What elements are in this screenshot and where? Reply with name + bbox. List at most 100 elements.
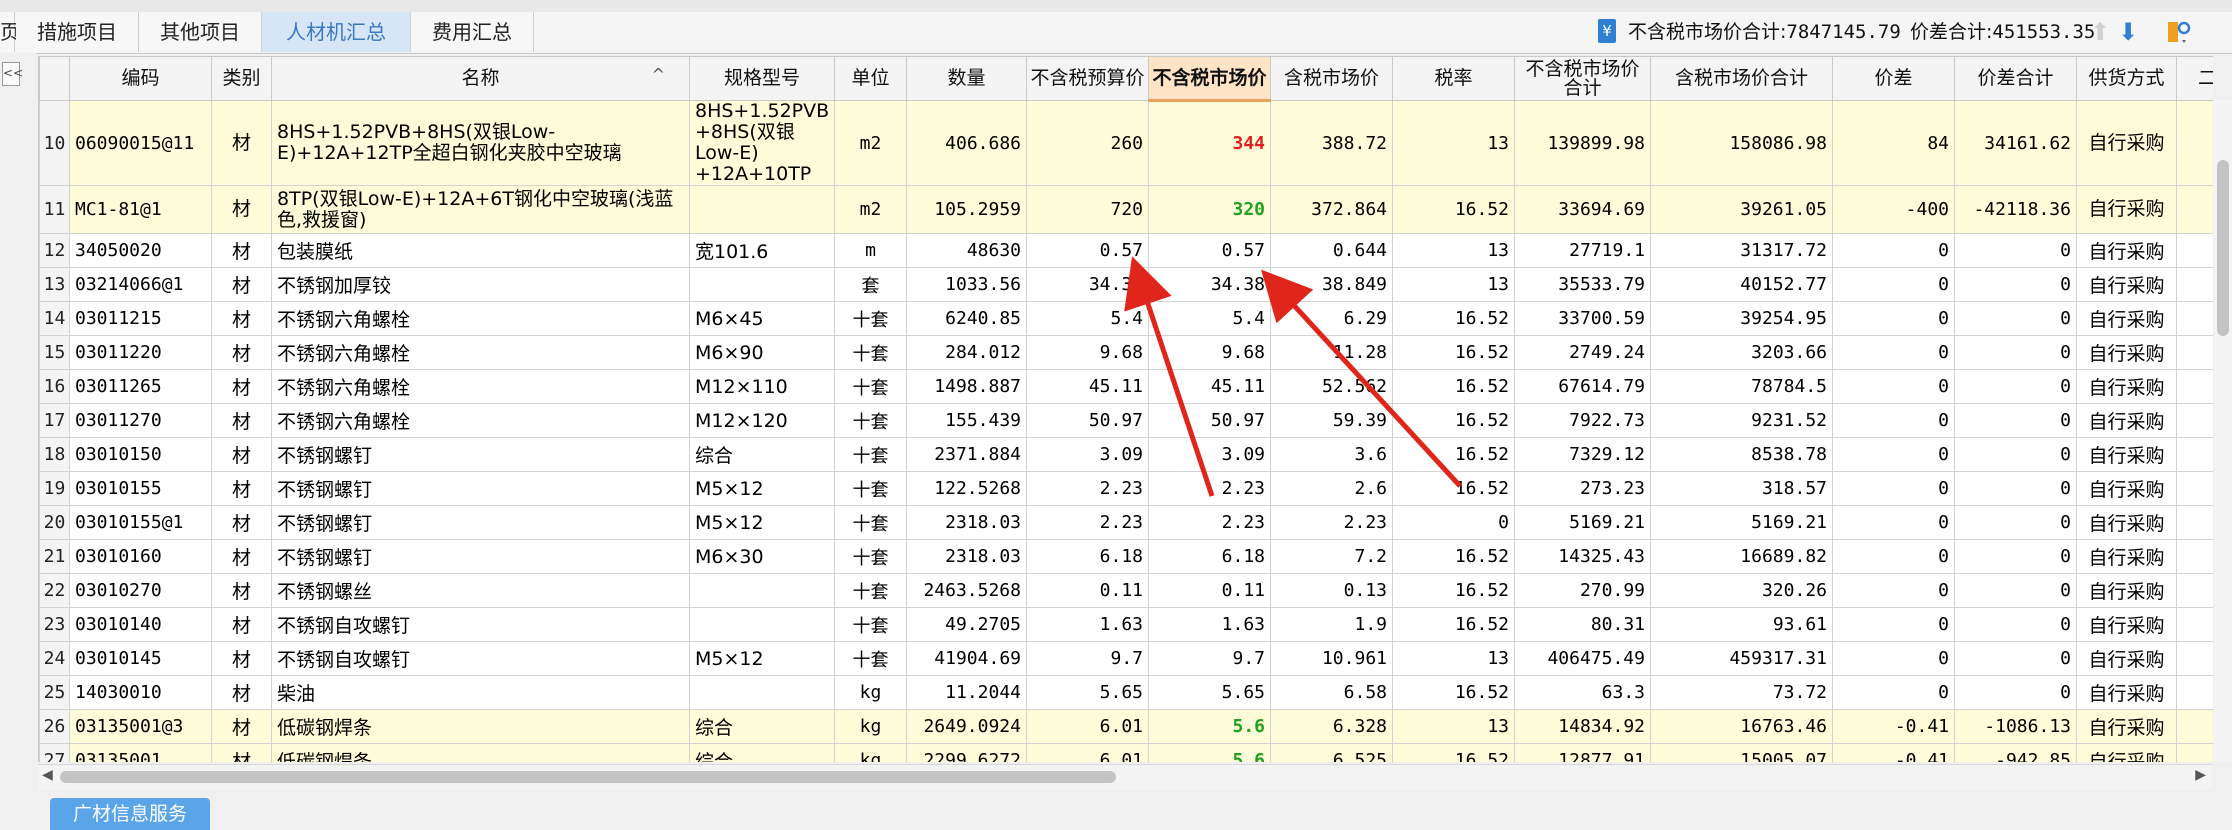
unit-cell[interactable]: 十套	[834, 369, 907, 404]
supply-method-cell[interactable]: 自行采购	[2076, 505, 2177, 540]
type-cell[interactable]: 材	[211, 335, 272, 370]
unit-cell[interactable]: kg	[834, 709, 907, 744]
unit-cell[interactable]: 十套	[834, 335, 907, 370]
code-cell[interactable]: 03010270	[69, 573, 212, 608]
tax-rate-cell[interactable]: 16.52	[1392, 471, 1515, 506]
market-total-tax-cell[interactable]: 320.26	[1650, 573, 1833, 608]
spec-cell[interactable]	[689, 675, 835, 710]
quantity-cell[interactable]: 155.439	[906, 403, 1027, 438]
col-header-type[interactable]: 类别	[211, 56, 272, 101]
tax-rate-cell[interactable]: 16.52	[1392, 437, 1515, 472]
col-header-price-diff-total[interactable]: 价差合计	[1954, 56, 2077, 101]
budget-price-cell[interactable]: 50.97	[1026, 403, 1149, 438]
market-total-cell[interactable]: 33700.59	[1514, 301, 1651, 336]
market-total-cell[interactable]: 63.3	[1514, 675, 1651, 710]
type-cell[interactable]: 材	[211, 233, 272, 268]
tax-rate-cell[interactable]: 16.52	[1392, 369, 1515, 404]
budget-price-cell[interactable]: 3.09	[1026, 437, 1149, 472]
code-cell[interactable]: 03010150	[69, 437, 212, 472]
spec-cell[interactable]: M6×90	[689, 335, 835, 370]
budget-price-cell[interactable]: 6.01	[1026, 743, 1149, 762]
market-price-cell[interactable]: 45.11	[1148, 369, 1271, 404]
name-cell[interactable]: 不锈钢加厚铰	[271, 267, 690, 302]
market-price-tax-cell[interactable]: 6.58	[1270, 675, 1393, 710]
market-price-tax-cell[interactable]: 59.39	[1270, 403, 1393, 438]
code-cell[interactable]: 03010155@1	[69, 505, 212, 540]
supply-method-cell[interactable]: 自行采购	[2076, 233, 2177, 268]
code-cell[interactable]: 03135001	[69, 743, 212, 762]
code-cell[interactable]: 03011265	[69, 369, 212, 404]
tab-labor-material-summary[interactable]: 人材机汇总	[262, 12, 411, 52]
market-price-tax-cell[interactable]: 0.644	[1270, 233, 1393, 268]
name-cell[interactable]: 不锈钢螺丝	[271, 573, 690, 608]
unit-cell[interactable]: m2	[834, 100, 907, 186]
market-total-tax-cell[interactable]: 93.61	[1650, 607, 1833, 642]
col-header-tax-rate[interactable]: 税率	[1392, 56, 1515, 101]
quantity-cell[interactable]: 105.2959	[906, 185, 1027, 234]
spec-cell[interactable]: M12×120	[689, 403, 835, 438]
price-diff-cell[interactable]: 84	[1832, 100, 1955, 186]
spec-cell[interactable]: M6×45	[689, 301, 835, 336]
code-cell[interactable]: 03135001@3	[69, 709, 212, 744]
table-row[interactable]: 19 03010155 材不锈钢螺钉 M5×12 十套 122.5268 2.23 2.23 2…	[39, 471, 2213, 506]
budget-price-cell[interactable]: 2.23	[1026, 505, 1149, 540]
unit-cell[interactable]: m2	[834, 185, 907, 234]
type-cell[interactable]: 材	[211, 539, 272, 574]
spec-cell[interactable]: 综合	[689, 743, 835, 762]
supply-method-cell[interactable]: 自行采购	[2076, 471, 2177, 506]
budget-price-cell[interactable]: 34.38	[1026, 267, 1149, 302]
unit-cell[interactable]: 十套	[834, 641, 907, 676]
unit-cell[interactable]: 十套	[834, 505, 907, 540]
supply-method-cell[interactable]: 自行采购	[2076, 573, 2177, 608]
market-total-tax-cell[interactable]: 9231.52	[1650, 403, 1833, 438]
table-row[interactable]: 22 03010270 材不锈钢螺丝 十套 2463.5268 0.11 0.11 0.13 1…	[39, 573, 2213, 608]
price-diff-cell[interactable]: 0	[1832, 471, 1955, 506]
market-total-cell[interactable]: 80.31	[1514, 607, 1651, 642]
market-total-tax-cell[interactable]: 16689.82	[1650, 539, 1833, 574]
tax-rate-cell[interactable]: 16.52	[1392, 403, 1515, 438]
tax-rate-cell[interactable]: 0	[1392, 505, 1515, 540]
name-cell[interactable]: 不锈钢六角螺栓	[271, 369, 690, 404]
market-price-tax-cell[interactable]: 3.6	[1270, 437, 1393, 472]
market-price-cell[interactable]: 50.97	[1148, 403, 1271, 438]
supply-method-cell[interactable]: 自行采购	[2076, 539, 2177, 574]
table-row[interactable]: 21 03010160 材不锈钢螺钉 M6×30 十套 2318.03 6.18 6.18 7.…	[39, 539, 2213, 574]
market-total-cell[interactable]: 67614.79	[1514, 369, 1651, 404]
move-up-icon[interactable]: ⬆	[2090, 18, 2110, 46]
spec-cell[interactable]: M5×12	[689, 505, 835, 540]
tax-rate-cell[interactable]: 13	[1392, 641, 1515, 676]
price-diff-cell[interactable]: 0	[1832, 369, 1955, 404]
price-diff-total-cell[interactable]: 0	[1954, 233, 2077, 268]
quantity-cell[interactable]: 284.012	[906, 335, 1027, 370]
spec-cell[interactable]	[689, 573, 835, 608]
market-total-tax-cell[interactable]: 3203.66	[1650, 335, 1833, 370]
price-diff-cell[interactable]: 0	[1832, 573, 1955, 608]
scroll-left-icon[interactable]: ◀	[42, 767, 53, 783]
type-cell[interactable]: 材	[211, 675, 272, 710]
market-total-tax-cell[interactable]: 16763.46	[1650, 709, 1833, 744]
tab-measures[interactable]: 措施项目	[16, 12, 139, 52]
market-total-cell[interactable]: 7922.73	[1514, 403, 1651, 438]
market-price-tax-cell[interactable]: 38.849	[1270, 267, 1393, 302]
name-cell[interactable]: 8TP(双银Low-E)+12A+6T钢化中空玻璃(浅蓝色,救援窗)	[271, 185, 690, 234]
type-cell[interactable]: 材	[211, 100, 272, 186]
tax-rate-cell[interactable]: 16.52	[1392, 607, 1515, 642]
code-cell[interactable]: 14030010	[69, 675, 212, 710]
market-total-cell[interactable]: 14325.43	[1514, 539, 1651, 574]
quantity-cell[interactable]: 1033.56	[906, 267, 1027, 302]
code-cell[interactable]: 03010145	[69, 641, 212, 676]
price-diff-cell[interactable]: 0	[1832, 539, 1955, 574]
market-total-cell[interactable]: 270.99	[1514, 573, 1651, 608]
price-diff-cell[interactable]: 0	[1832, 301, 1955, 336]
market-total-tax-cell[interactable]: 5169.21	[1650, 505, 1833, 540]
market-price-tax-cell[interactable]: 10.961	[1270, 641, 1393, 676]
table-row[interactable]: 27 03135001 材低碳钢焊条 综合 kg 2299.6272 6.01 5.6 6.52…	[39, 743, 2213, 762]
price-diff-total-cell[interactable]: 0	[1954, 573, 2077, 608]
scroll-right-icon[interactable]: ▶	[2195, 767, 2206, 783]
quantity-cell[interactable]: 2318.03	[906, 539, 1027, 574]
col-header-market-price[interactable]: 不含税市场价	[1148, 56, 1271, 102]
unit-cell[interactable]: 十套	[834, 437, 907, 472]
price-diff-cell[interactable]: -0.41	[1832, 709, 1955, 744]
market-total-tax-cell[interactable]: 459317.31	[1650, 641, 1833, 676]
name-cell[interactable]: 不锈钢螺钉	[271, 471, 690, 506]
